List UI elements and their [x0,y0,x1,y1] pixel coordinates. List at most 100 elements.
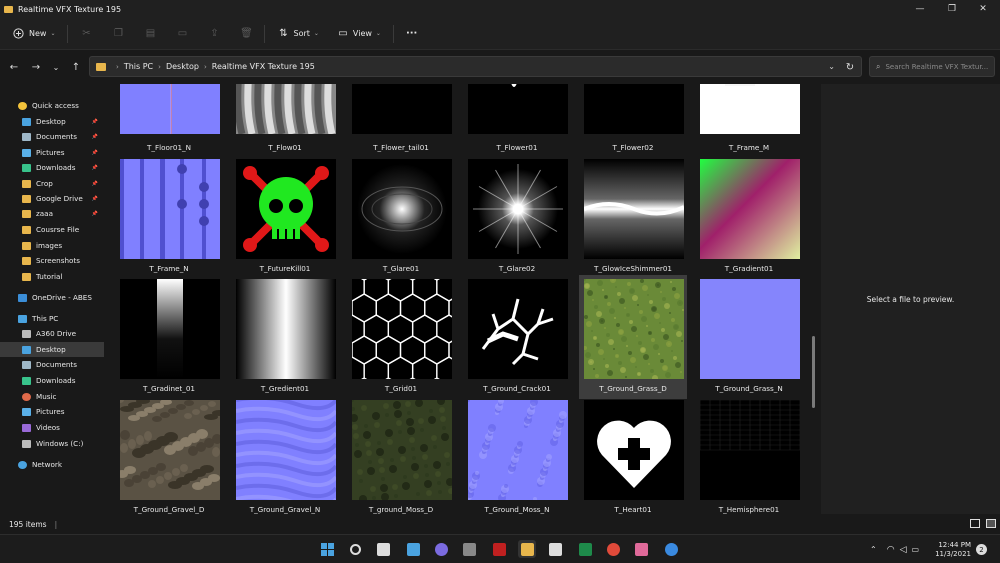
refresh-button[interactable]: ↻ [840,57,860,77]
file-thumbnail[interactable] [352,400,452,500]
sidebar-item-google-drive[interactable]: Google Drive 📌 [0,191,104,206]
file-thumbnail[interactable] [468,84,568,134]
sidebar-item-images[interactable]: images [0,238,104,253]
file-thumbnail[interactable] [584,159,684,259]
file-thumbnail[interactable] [120,159,220,259]
content-scrollbar[interactable] [812,336,815,408]
large-icons-view-icon[interactable] [986,519,996,528]
share-button[interactable]: ⇪ [202,23,226,45]
sidebar-item-documents[interactable]: Documents 📌 [0,129,104,144]
sidebar-item-pictures[interactable]: Pictures [0,404,104,419]
chevron-up-icon[interactable]: ⌃ [870,545,877,554]
sidebar-item-downloads[interactable]: Downloads 📌 [0,160,104,175]
sidebar-item-music[interactable]: Music [0,389,104,404]
file-thumbnail[interactable] [584,400,684,500]
notification-center[interactable]: 2 [976,535,987,563]
app-red-icon[interactable] [490,540,508,558]
file-thumbnail[interactable] [120,400,220,500]
search-icon[interactable] [346,540,364,558]
maximize-button[interactable]: ❐ [937,0,967,18]
chrome-profile-icon[interactable] [662,540,680,558]
sidebar-item-windows-c[interactable]: Windows (C:) [0,436,104,451]
new-button[interactable]: New ⌄ [6,23,61,45]
file-thumbnail[interactable] [352,159,452,259]
more-options-button[interactable]: ··· [400,23,423,45]
forward-button[interactable]: → [26,57,46,77]
view-button[interactable]: ▭ View ⌄ [331,23,387,45]
volume-icon[interactable]: ◁ [900,545,907,555]
file-thumbnail[interactable] [584,84,684,134]
file-thumbnail[interactable] [700,400,800,500]
sidebar-item-zaaa[interactable]: zaaa 📌 [0,206,104,221]
minimize-button[interactable]: — [905,0,935,18]
whiteboard-icon[interactable] [546,540,564,558]
file-thumbnail[interactable] [236,159,336,259]
rename-icon: ▭ [177,28,188,39]
recent-locations-button[interactable]: ⌄ [46,57,66,77]
sidebar-item-network[interactable]: Network [0,457,104,472]
search-box[interactable]: ⌕ Search Realtime VFX Textur... [869,56,995,77]
file-thumbnail[interactable] [468,159,568,259]
up-button[interactable]: ↑ [66,57,86,77]
file-thumbnail[interactable] [468,279,568,379]
sidebar-item-videos[interactable]: Videos [0,420,104,435]
snip-icon[interactable] [632,540,650,558]
sidebar-item-this-pc[interactable]: This PC [0,311,104,326]
file-thumbnail[interactable] [352,279,452,379]
file-explorer-glyph [520,542,534,556]
file-thumbnail[interactable] [700,279,800,379]
cut-button[interactable]: ✂ [74,23,98,45]
paste-icon: ▤ [145,28,156,39]
teams-chat-icon[interactable] [432,540,450,558]
sort-button[interactable]: ⇅ Sort ⌄ [271,23,324,45]
sidebar-item-a360-drive[interactable]: A360 Drive [0,326,104,341]
file-thumbnail[interactable] [236,400,336,500]
sidebar-item-screenshots[interactable]: Screenshots [0,253,104,268]
file-thumbnail[interactable] [584,279,684,379]
navigation-pane: Quick access Desktop 📌 Documents 📌 Pictures 📌 D… [0,84,104,514]
file-thumbnail[interactable] [352,84,452,134]
close-button[interactable]: ✕ [968,0,998,18]
breadcrumb-current-folder[interactable]: Realtime VFX Texture 195 [212,62,315,71]
delete-button[interactable]: 🗑 [234,23,258,45]
task-view-icon[interactable] [374,540,392,558]
file-explorer-icon[interactable] [518,540,536,558]
sidebar-item-quick-access[interactable]: Quick access [0,98,104,113]
address-bar[interactable]: › This PC › Desktop › Realtime VFX Textu… [89,56,862,77]
sidebar-item-onedrive-abes[interactable]: OneDrive - ABES [0,290,104,305]
file-thumbnail[interactable] [120,84,220,134]
windows-start-icon[interactable] [318,540,336,558]
videos-icon [22,423,31,432]
breadcrumb-this-pc[interactable]: This PC [124,62,153,71]
sidebar-item-documents[interactable]: Documents [0,357,104,372]
file-thumbnail[interactable] [700,84,800,134]
sidebar-item-desktop[interactable]: Desktop 📌 [0,114,104,129]
sidebar-item-label: Pictures [36,148,65,157]
sidebar-item-downloads[interactable]: Downloads [0,373,104,388]
sidebar-item-desktop[interactable]: Desktop [0,342,104,357]
file-thumbnail[interactable] [468,400,568,500]
rename-button[interactable]: ▭ [170,23,194,45]
file-thumbnail[interactable] [120,279,220,379]
file-name: T_ground_Moss_D [368,505,434,514]
chrome-icon[interactable] [604,540,622,558]
file-thumbnail[interactable] [700,159,800,259]
clock[interactable]: 12:44 PM 11/3/2021 [935,535,971,563]
back-button[interactable]: ← [4,57,24,77]
wifi-icon[interactable]: ◠ [887,545,895,555]
sidebar-item-pictures[interactable]: Pictures 📌 [0,145,104,160]
sidebar-item-crop[interactable]: Crop 📌 [0,176,104,191]
widgets-icon[interactable] [404,540,422,558]
paste-button[interactable]: ▤ [138,23,162,45]
excel-icon[interactable] [576,540,594,558]
file-thumbnail[interactable] [236,279,336,379]
calculator-icon[interactable] [460,540,478,558]
battery-icon[interactable]: ▭ [911,545,919,554]
address-history-button[interactable]: ⌄ [828,62,835,71]
copy-button[interactable]: ❐ [106,23,130,45]
details-view-icon[interactable] [970,519,980,528]
sidebar-item-cousrse-file[interactable]: Cousrse File [0,222,104,237]
breadcrumb-desktop[interactable]: Desktop [166,62,199,71]
sidebar-item-tutorial[interactable]: Tutorial [0,269,104,284]
file-thumbnail[interactable] [236,84,336,134]
